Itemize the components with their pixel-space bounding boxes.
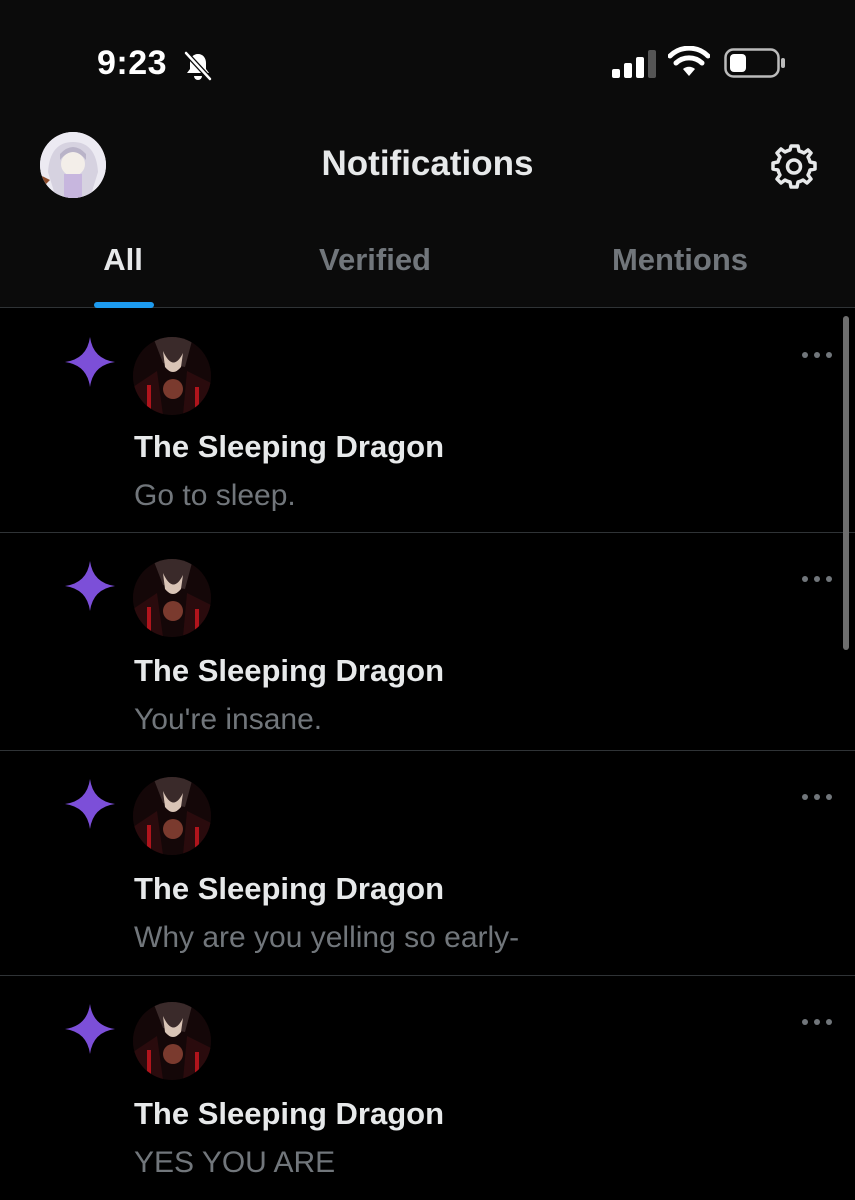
tab-all[interactable]: All bbox=[80, 242, 166, 278]
cellular-signal-icon bbox=[612, 50, 656, 78]
battery-icon bbox=[724, 48, 785, 78]
notification-text: Go to sleep. bbox=[134, 479, 296, 512]
sparkle-icon bbox=[65, 779, 115, 829]
more-options-icon[interactable] bbox=[800, 791, 834, 803]
notification-item[interactable]: The Sleeping Dragon Go to sleep. bbox=[0, 309, 855, 533]
notification-author: The Sleeping Dragon bbox=[134, 1096, 445, 1131]
bell-slash-icon bbox=[184, 51, 212, 81]
page-title: Notifications bbox=[321, 144, 534, 183]
scrollbar[interactable] bbox=[843, 316, 849, 650]
notification-item[interactable]: The Sleeping Dragon YES YOU ARE bbox=[0, 976, 855, 1200]
status-time: 9:23 bbox=[97, 44, 168, 82]
notification-item[interactable]: The Sleeping Dragon You're insane. bbox=[0, 533, 855, 751]
more-options-icon[interactable] bbox=[800, 573, 834, 585]
avatar-image bbox=[133, 559, 211, 637]
notification-item[interactable]: The Sleeping Dragon Why are you yelling … bbox=[0, 751, 855, 976]
sparkle-icon bbox=[65, 561, 115, 611]
tab-verified[interactable]: Verified bbox=[290, 242, 460, 278]
sparkle-icon bbox=[65, 337, 115, 387]
notification-list: The Sleeping Dragon Go to sleep. The Sle… bbox=[0, 309, 855, 1200]
tab-mentions[interactable]: Mentions bbox=[590, 242, 770, 278]
notification-author: The Sleeping Dragon bbox=[134, 429, 445, 464]
active-tab-indicator bbox=[94, 302, 154, 308]
top-bar: 9:23 Notifications All Verified Mentions bbox=[0, 0, 855, 308]
more-options-icon[interactable] bbox=[800, 1016, 834, 1028]
notification-text: YES YOU ARE bbox=[134, 1146, 336, 1179]
status-bar: 9:23 bbox=[0, 0, 855, 130]
avatar[interactable] bbox=[133, 1002, 211, 1080]
notification-text: You're insane. bbox=[134, 703, 323, 736]
avatar[interactable] bbox=[133, 337, 211, 415]
more-options-icon[interactable] bbox=[800, 349, 834, 361]
avatar[interactable] bbox=[133, 559, 211, 637]
tab-bar: All Verified Mentions bbox=[0, 230, 855, 308]
avatar-image bbox=[133, 1002, 211, 1080]
notification-author: The Sleeping Dragon bbox=[134, 653, 445, 688]
gear-icon[interactable] bbox=[770, 142, 818, 190]
avatar-image bbox=[133, 337, 211, 415]
wifi-icon bbox=[668, 46, 710, 76]
avatar[interactable] bbox=[133, 777, 211, 855]
notification-text: Why are you yelling so early- bbox=[134, 921, 520, 954]
notification-author: The Sleeping Dragon bbox=[134, 871, 445, 906]
sparkle-icon bbox=[65, 1004, 115, 1054]
avatar-image bbox=[133, 777, 211, 855]
